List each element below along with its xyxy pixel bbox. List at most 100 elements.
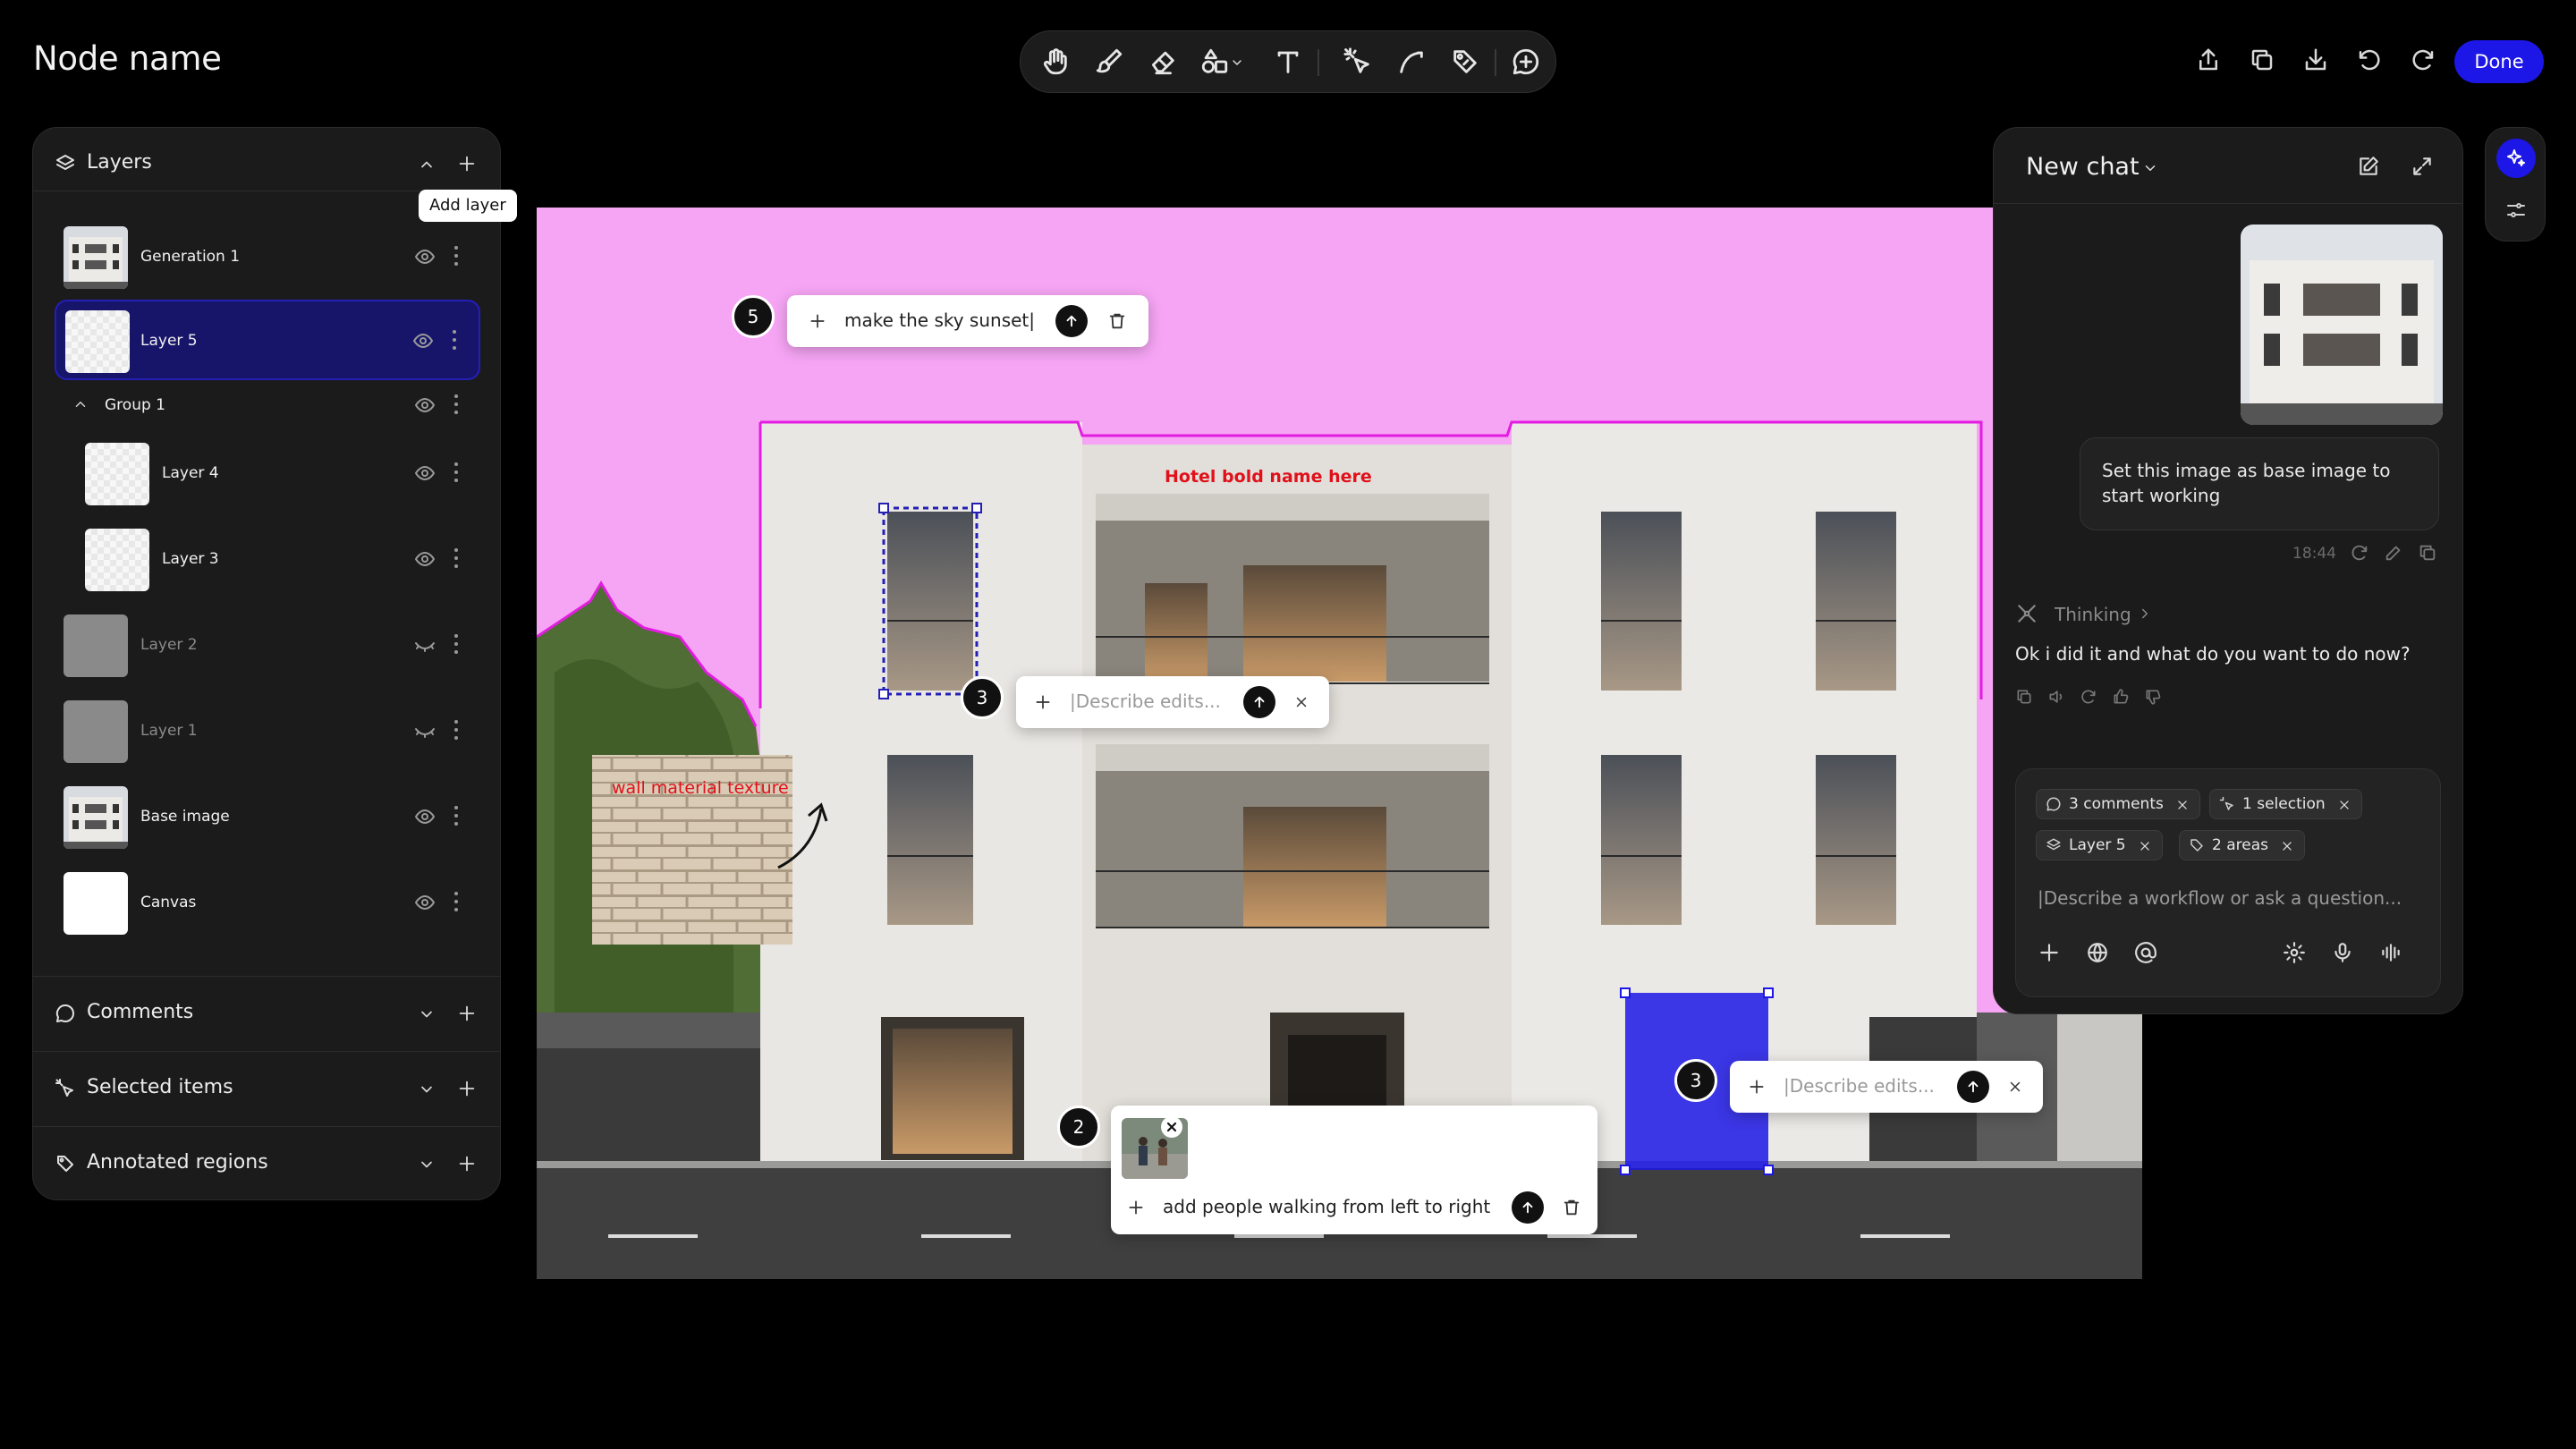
more-menu-icon[interactable]: [452, 330, 457, 352]
layer-row-layer-4[interactable]: Layer 4: [55, 432, 480, 513]
annotated-regions-section-header[interactable]: Annotated regions: [33, 1128, 500, 1199]
more-menu-icon[interactable]: [453, 548, 459, 570]
more-menu-icon[interactable]: [453, 246, 459, 267]
new-chat-icon[interactable]: [2357, 155, 2380, 178]
add-comment-icon[interactable]: [1511, 47, 1541, 77]
add-comment-button[interactable]: [457, 1004, 477, 1023]
comment-text[interactable]: make the sky sunset|: [844, 309, 1035, 331]
chat-input[interactable]: |Describe a workflow or ask a question..…: [2038, 887, 2402, 909]
close-icon[interactable]: [2176, 799, 2189, 811]
send-button[interactable]: [1512, 1191, 1544, 1224]
comment-pin[interactable]: 3: [1674, 1059, 1717, 1102]
add-region-button[interactable]: [457, 1154, 477, 1174]
comment-box[interactable]: |Describe edits...: [1016, 676, 1329, 728]
text-tool-icon[interactable]: [1273, 47, 1303, 77]
more-menu-icon[interactable]: [453, 462, 459, 484]
layer-row-layer-1[interactable]: Layer 1: [55, 690, 480, 770]
layer-row-layer-3[interactable]: Layer 3: [55, 518, 480, 598]
eye-icon[interactable]: [414, 808, 436, 826]
settings-icon[interactable]: [2283, 941, 2306, 964]
context-chip-comments[interactable]: 3 comments: [2036, 789, 2200, 819]
comment-box[interactable]: make the sky sunset|: [787, 295, 1148, 347]
comment-text[interactable]: add people walking from left to right: [1163, 1196, 1490, 1217]
edit-icon[interactable]: [2384, 543, 2403, 563]
comment-input[interactable]: |Describe edits...: [1070, 691, 1221, 712]
undo-icon[interactable]: [2356, 47, 2383, 73]
eye-icon[interactable]: [412, 332, 434, 350]
sliders-icon[interactable]: [2505, 199, 2527, 221]
lasso-tool-icon[interactable]: [1396, 47, 1427, 77]
chevron-right-icon[interactable]: [2137, 606, 2153, 622]
layer-row-group-1[interactable]: Group 1: [55, 382, 480, 428]
eye-icon[interactable]: [414, 396, 436, 414]
close-icon[interactable]: [2338, 799, 2351, 811]
magic-select-icon[interactable]: [1343, 47, 1373, 77]
chevron-down-icon[interactable]: [418, 1080, 436, 1098]
annotate-tool-icon[interactable]: [1450, 47, 1480, 77]
plus-icon[interactable]: [1748, 1078, 1766, 1096]
more-menu-icon[interactable]: [453, 806, 459, 827]
layer-row-canvas[interactable]: Canvas: [55, 861, 480, 942]
expand-icon[interactable]: [2411, 155, 2434, 178]
comment-box[interactable]: add people walking from left to right: [1111, 1106, 1597, 1234]
copy-icon[interactable]: [2418, 543, 2437, 563]
hotel-name-annotation[interactable]: Hotel bold name here: [1165, 467, 1372, 487]
retry-icon[interactable]: [2350, 543, 2369, 563]
redo-icon[interactable]: [2410, 47, 2436, 73]
microphone-icon[interactable]: [2331, 941, 2354, 964]
context-chip-selection[interactable]: 1 selection: [2209, 789, 2362, 819]
selected-items-section-header[interactable]: Selected items: [33, 1053, 500, 1124]
shapes-tool-icon[interactable]: [1199, 47, 1230, 77]
trash-icon[interactable]: [1107, 310, 1127, 332]
globe-icon[interactable]: [2086, 941, 2109, 964]
comment-pin[interactable]: 3: [961, 676, 1004, 719]
context-chip-layer[interactable]: Layer 5: [2036, 830, 2163, 860]
send-button[interactable]: [1957, 1071, 1989, 1103]
chevron-up-icon[interactable]: [418, 156, 436, 174]
eye-icon[interactable]: [414, 550, 436, 568]
chevron-down-icon[interactable]: [2142, 160, 2158, 176]
message-image[interactable]: [2241, 225, 2443, 425]
plus-icon[interactable]: [2038, 941, 2061, 964]
close-icon[interactable]: [1293, 694, 1309, 710]
context-chip-areas[interactable]: 2 areas: [2179, 830, 2305, 860]
eye-closed-icon[interactable]: [414, 636, 436, 654]
shapes-chevron-down-icon[interactable]: [1230, 55, 1244, 70]
comment-pin[interactable]: 2: [1057, 1106, 1100, 1148]
layer-row-base-image[interactable]: Base image: [55, 775, 480, 856]
plus-icon[interactable]: [809, 312, 826, 330]
brush-tool-icon[interactable]: [1094, 47, 1124, 77]
comment-pin[interactable]: 5: [732, 295, 775, 338]
hand-tool-icon[interactable]: [1040, 47, 1071, 77]
add-selection-button[interactable]: [457, 1079, 477, 1098]
eye-icon[interactable]: [414, 464, 436, 482]
chat-title[interactable]: New chat: [2026, 153, 2140, 181]
send-button[interactable]: [1243, 686, 1275, 718]
wall-texture-annotation[interactable]: wall material texture: [612, 778, 789, 798]
layer-row-generation-1[interactable]: Generation 1: [55, 216, 480, 296]
copy-icon[interactable]: [2015, 688, 2033, 706]
plus-icon[interactable]: [1034, 693, 1052, 711]
add-layer-button[interactable]: [457, 154, 477, 174]
thumbs-up-icon[interactable]: [2112, 688, 2130, 706]
ai-assistant-button[interactable]: [2496, 139, 2536, 178]
node-title[interactable]: Node name: [33, 39, 222, 78]
close-icon[interactable]: [2139, 840, 2151, 852]
close-icon[interactable]: [2007, 1079, 2023, 1095]
send-button[interactable]: [1055, 305, 1088, 337]
chevron-down-icon[interactable]: [418, 1005, 436, 1023]
eraser-tool-icon[interactable]: [1148, 47, 1178, 77]
remove-attachment-icon[interactable]: [1161, 1116, 1182, 1138]
more-menu-icon[interactable]: [453, 634, 459, 656]
thumbs-down-icon[interactable]: [2144, 688, 2162, 706]
chevron-down-icon[interactable]: [418, 1156, 436, 1174]
layer-row-layer-2[interactable]: Layer 2: [55, 604, 480, 684]
close-icon[interactable]: [2281, 840, 2293, 852]
trash-icon[interactable]: [1562, 1197, 1581, 1218]
mention-icon[interactable]: [2134, 941, 2157, 964]
more-menu-icon[interactable]: [453, 394, 459, 416]
comments-section-header[interactable]: Comments: [33, 978, 500, 1049]
more-menu-icon[interactable]: [453, 892, 459, 913]
share-icon[interactable]: [2195, 47, 2222, 73]
download-icon[interactable]: [2302, 47, 2329, 73]
